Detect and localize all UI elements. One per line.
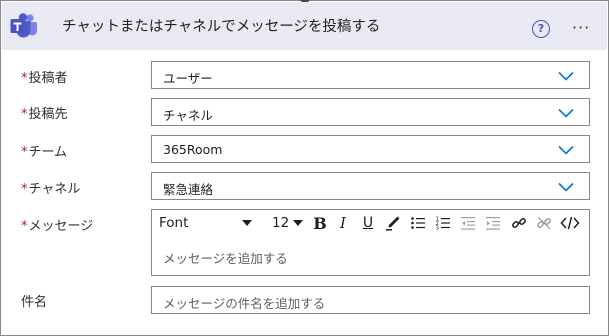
channel-dropdown[interactable]: 緊急連絡 — [151, 172, 590, 200]
svg-text:3: 3 — [436, 226, 440, 232]
rich-text-toolbar: Font 12 B I U 123 — [152, 210, 589, 236]
teams-logo-icon — [10, 13, 37, 38]
help-icon[interactable]: ? — [532, 20, 550, 38]
message-label-text: メッセージ — [28, 219, 94, 234]
subject-placeholder: メッセージの件名を追加する — [163, 296, 326, 311]
required-marker: * — [21, 182, 28, 197]
poster-value: ユーザー — [163, 71, 213, 86]
team-dropdown[interactable]: 365Room — [151, 135, 590, 163]
post-in-label: *投稿先 — [21, 103, 68, 122]
bold-icon[interactable]: B — [311, 214, 329, 233]
poster-label-text: 投稿者 — [28, 71, 68, 86]
bulleted-list-icon[interactable] — [409, 214, 427, 232]
team-value: 365Room — [163, 142, 223, 157]
post-message-action-card: チャットまたはチャネルでメッセージを投稿する ? ··· *投稿者 ユーザー *… — [0, 0, 609, 336]
channel-label: *チャネル — [21, 178, 80, 197]
font-size-select[interactable]: 12 — [272, 215, 289, 231]
post-in-label-text: 投稿先 — [28, 107, 68, 122]
unlink-icon[interactable] — [535, 214, 553, 232]
more-options-icon[interactable]: ··· — [572, 20, 590, 36]
link-icon[interactable] — [510, 214, 528, 232]
code-view-icon[interactable] — [559, 214, 581, 232]
subject-label-text: 件名 — [21, 295, 48, 310]
post-in-dropdown[interactable]: チャネル — [151, 98, 590, 126]
required-marker: * — [21, 145, 28, 160]
chevron-down-icon[interactable] — [558, 145, 574, 155]
action-title: チャットまたはチャネルでメッセージを投稿する — [62, 19, 381, 35]
subject-input[interactable]: メッセージの件名を追加する — [151, 286, 590, 314]
increase-indent-icon[interactable] — [484, 214, 502, 232]
channel-value: 緊急連絡 — [163, 182, 214, 197]
required-marker: * — [21, 107, 28, 122]
decrease-indent-icon[interactable] — [459, 214, 477, 232]
message-editor[interactable]: Font 12 B I U 123 メッセージを追加する — [151, 209, 590, 276]
font-dropdown-arrow-icon[interactable] — [242, 220, 252, 226]
chevron-down-icon[interactable] — [558, 182, 574, 192]
numbered-list-icon[interactable]: 123 — [434, 214, 452, 232]
font-color-icon[interactable] — [384, 214, 402, 232]
message-body-placeholder[interactable]: メッセージを追加する — [163, 248, 288, 267]
required-marker: * — [21, 219, 28, 234]
team-label: *チーム — [21, 141, 67, 160]
action-header[interactable]: チャットまたはチャネルでメッセージを投稿する ? ··· — [2, 2, 607, 50]
message-label: *メッセージ — [21, 215, 93, 234]
team-label-text: チーム — [28, 145, 68, 160]
poster-dropdown[interactable]: ユーザー — [151, 61, 590, 89]
post-in-value: チャネル — [163, 108, 213, 123]
required-marker: * — [21, 71, 28, 86]
subject-label: 件名 — [21, 291, 47, 310]
channel-label-text: チャネル — [28, 182, 81, 197]
poster-label: *投稿者 — [21, 67, 68, 86]
italic-icon[interactable]: I — [334, 214, 352, 232]
font-family-select[interactable]: Font — [159, 215, 188, 231]
chevron-down-icon[interactable] — [558, 71, 574, 81]
chevron-down-icon[interactable] — [558, 108, 574, 118]
font-size-dropdown-arrow-icon[interactable] — [293, 220, 303, 226]
underline-icon[interactable]: U — [359, 214, 377, 232]
